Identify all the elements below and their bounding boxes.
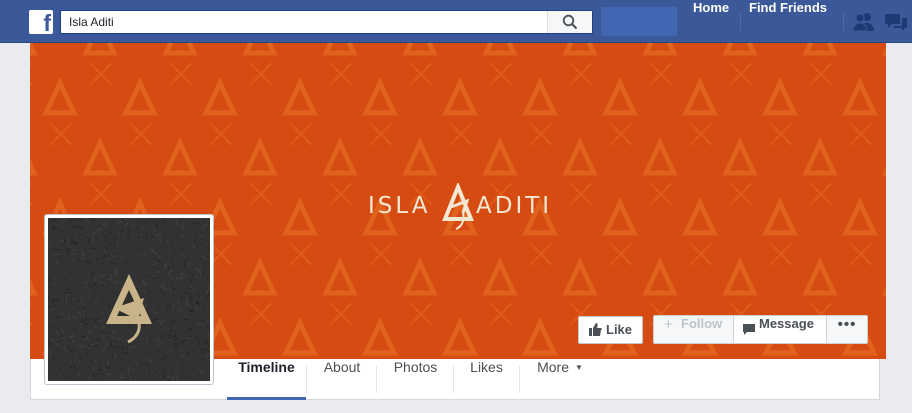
- plus-icon: +: [664, 316, 673, 333]
- friend-requests-icon[interactable]: [852, 12, 876, 32]
- top-navigation-bar: f Home Find Friends: [0, 0, 912, 43]
- search-box: [60, 10, 593, 34]
- messages-icon[interactable]: [884, 12, 908, 32]
- more-actions-button[interactable]: •••: [827, 316, 867, 343]
- caret-down-icon: ▼: [574, 363, 583, 372]
- brand-mark-icon: [442, 183, 474, 230]
- nav-divider: [843, 13, 844, 31]
- page-actions-group: + Follow Message •••: [653, 315, 868, 344]
- tab-photos[interactable]: Photos: [377, 359, 454, 400]
- brand-name-right: ADITI: [476, 193, 553, 219]
- profile-shortcut[interactable]: [601, 7, 677, 36]
- tab-about[interactable]: About: [307, 359, 377, 400]
- profile-picture-image: [48, 218, 210, 381]
- tab-likes[interactable]: Likes: [454, 359, 519, 400]
- brand-name-left: ISLA: [368, 193, 431, 219]
- brand-mark-icon: [106, 274, 152, 344]
- profile-picture[interactable]: [44, 214, 214, 385]
- thumbs-up-icon: [589, 323, 602, 336]
- nav-divider: [740, 13, 741, 31]
- nav-find-friends-link[interactable]: Find Friends: [749, 0, 827, 43]
- tab-more[interactable]: More ▼: [520, 359, 600, 400]
- like-page-button[interactable]: Like: [578, 316, 643, 344]
- facebook-logo-icon[interactable]: f: [29, 10, 53, 34]
- message-label: Message: [759, 316, 814, 331]
- active-tab-indicator: [227, 397, 306, 400]
- tab-timeline[interactable]: Timeline: [227, 359, 306, 400]
- nav-home-link[interactable]: Home: [693, 0, 729, 43]
- speech-bubble-icon: [743, 324, 755, 335]
- search-button[interactable]: [547, 11, 592, 33]
- tab-more-label: More: [537, 359, 569, 375]
- search-input[interactable]: [61, 11, 547, 33]
- follow-label: Follow: [681, 316, 723, 331]
- search-icon: [562, 14, 578, 30]
- message-button[interactable]: Message: [734, 316, 827, 343]
- cover-brand-logo: ISLA ADITI: [368, 183, 552, 235]
- follow-button[interactable]: + Follow: [654, 316, 734, 343]
- like-label: Like: [606, 322, 633, 337]
